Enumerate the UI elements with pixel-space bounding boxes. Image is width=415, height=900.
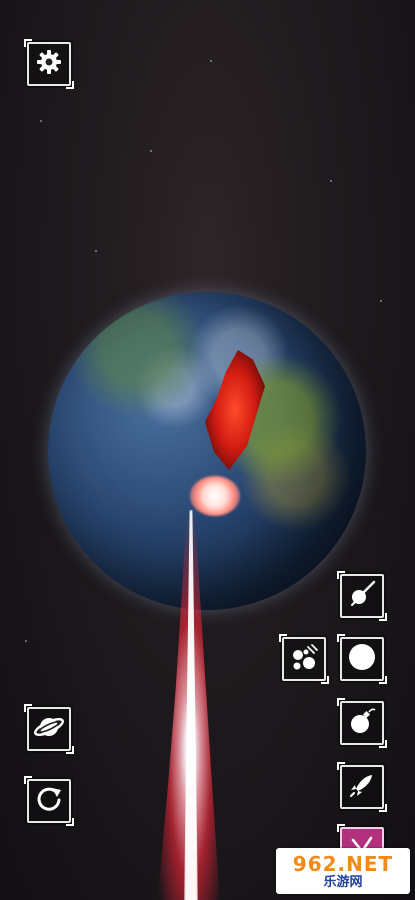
star <box>330 180 332 182</box>
star <box>40 120 42 122</box>
bomb-icon <box>347 706 377 740</box>
star <box>380 300 382 302</box>
star <box>210 60 212 62</box>
star <box>95 250 97 252</box>
watermark-sub: 乐游网 <box>323 874 363 890</box>
gear-icon <box>35 48 63 80</box>
meteor-shower-button[interactable] <box>279 634 329 684</box>
bomb-weapon-button[interactable] <box>337 698 387 748</box>
sphere-icon <box>346 641 378 677</box>
earth-planet[interactable] <box>48 292 366 610</box>
rotate-icon <box>34 784 64 818</box>
sphere-weapon-button[interactable] <box>337 634 387 684</box>
star <box>150 150 152 152</box>
settings-button[interactable] <box>24 39 74 89</box>
meteor-shower-icon <box>288 641 320 677</box>
rocket-weapon-button[interactable] <box>337 762 387 812</box>
impact-flash <box>190 476 240 516</box>
star <box>25 640 27 642</box>
planet-ring-icon <box>33 711 65 747</box>
watermark-main: 962.NET <box>292 851 394 876</box>
comet-weapon-button[interactable] <box>337 571 387 621</box>
site-watermark: 962.NET 乐游网 <box>276 848 410 894</box>
reset-button[interactable] <box>24 776 74 826</box>
comet-icon <box>347 579 377 613</box>
rocket-icon <box>347 770 377 804</box>
planet-select-button[interactable] <box>24 704 74 754</box>
